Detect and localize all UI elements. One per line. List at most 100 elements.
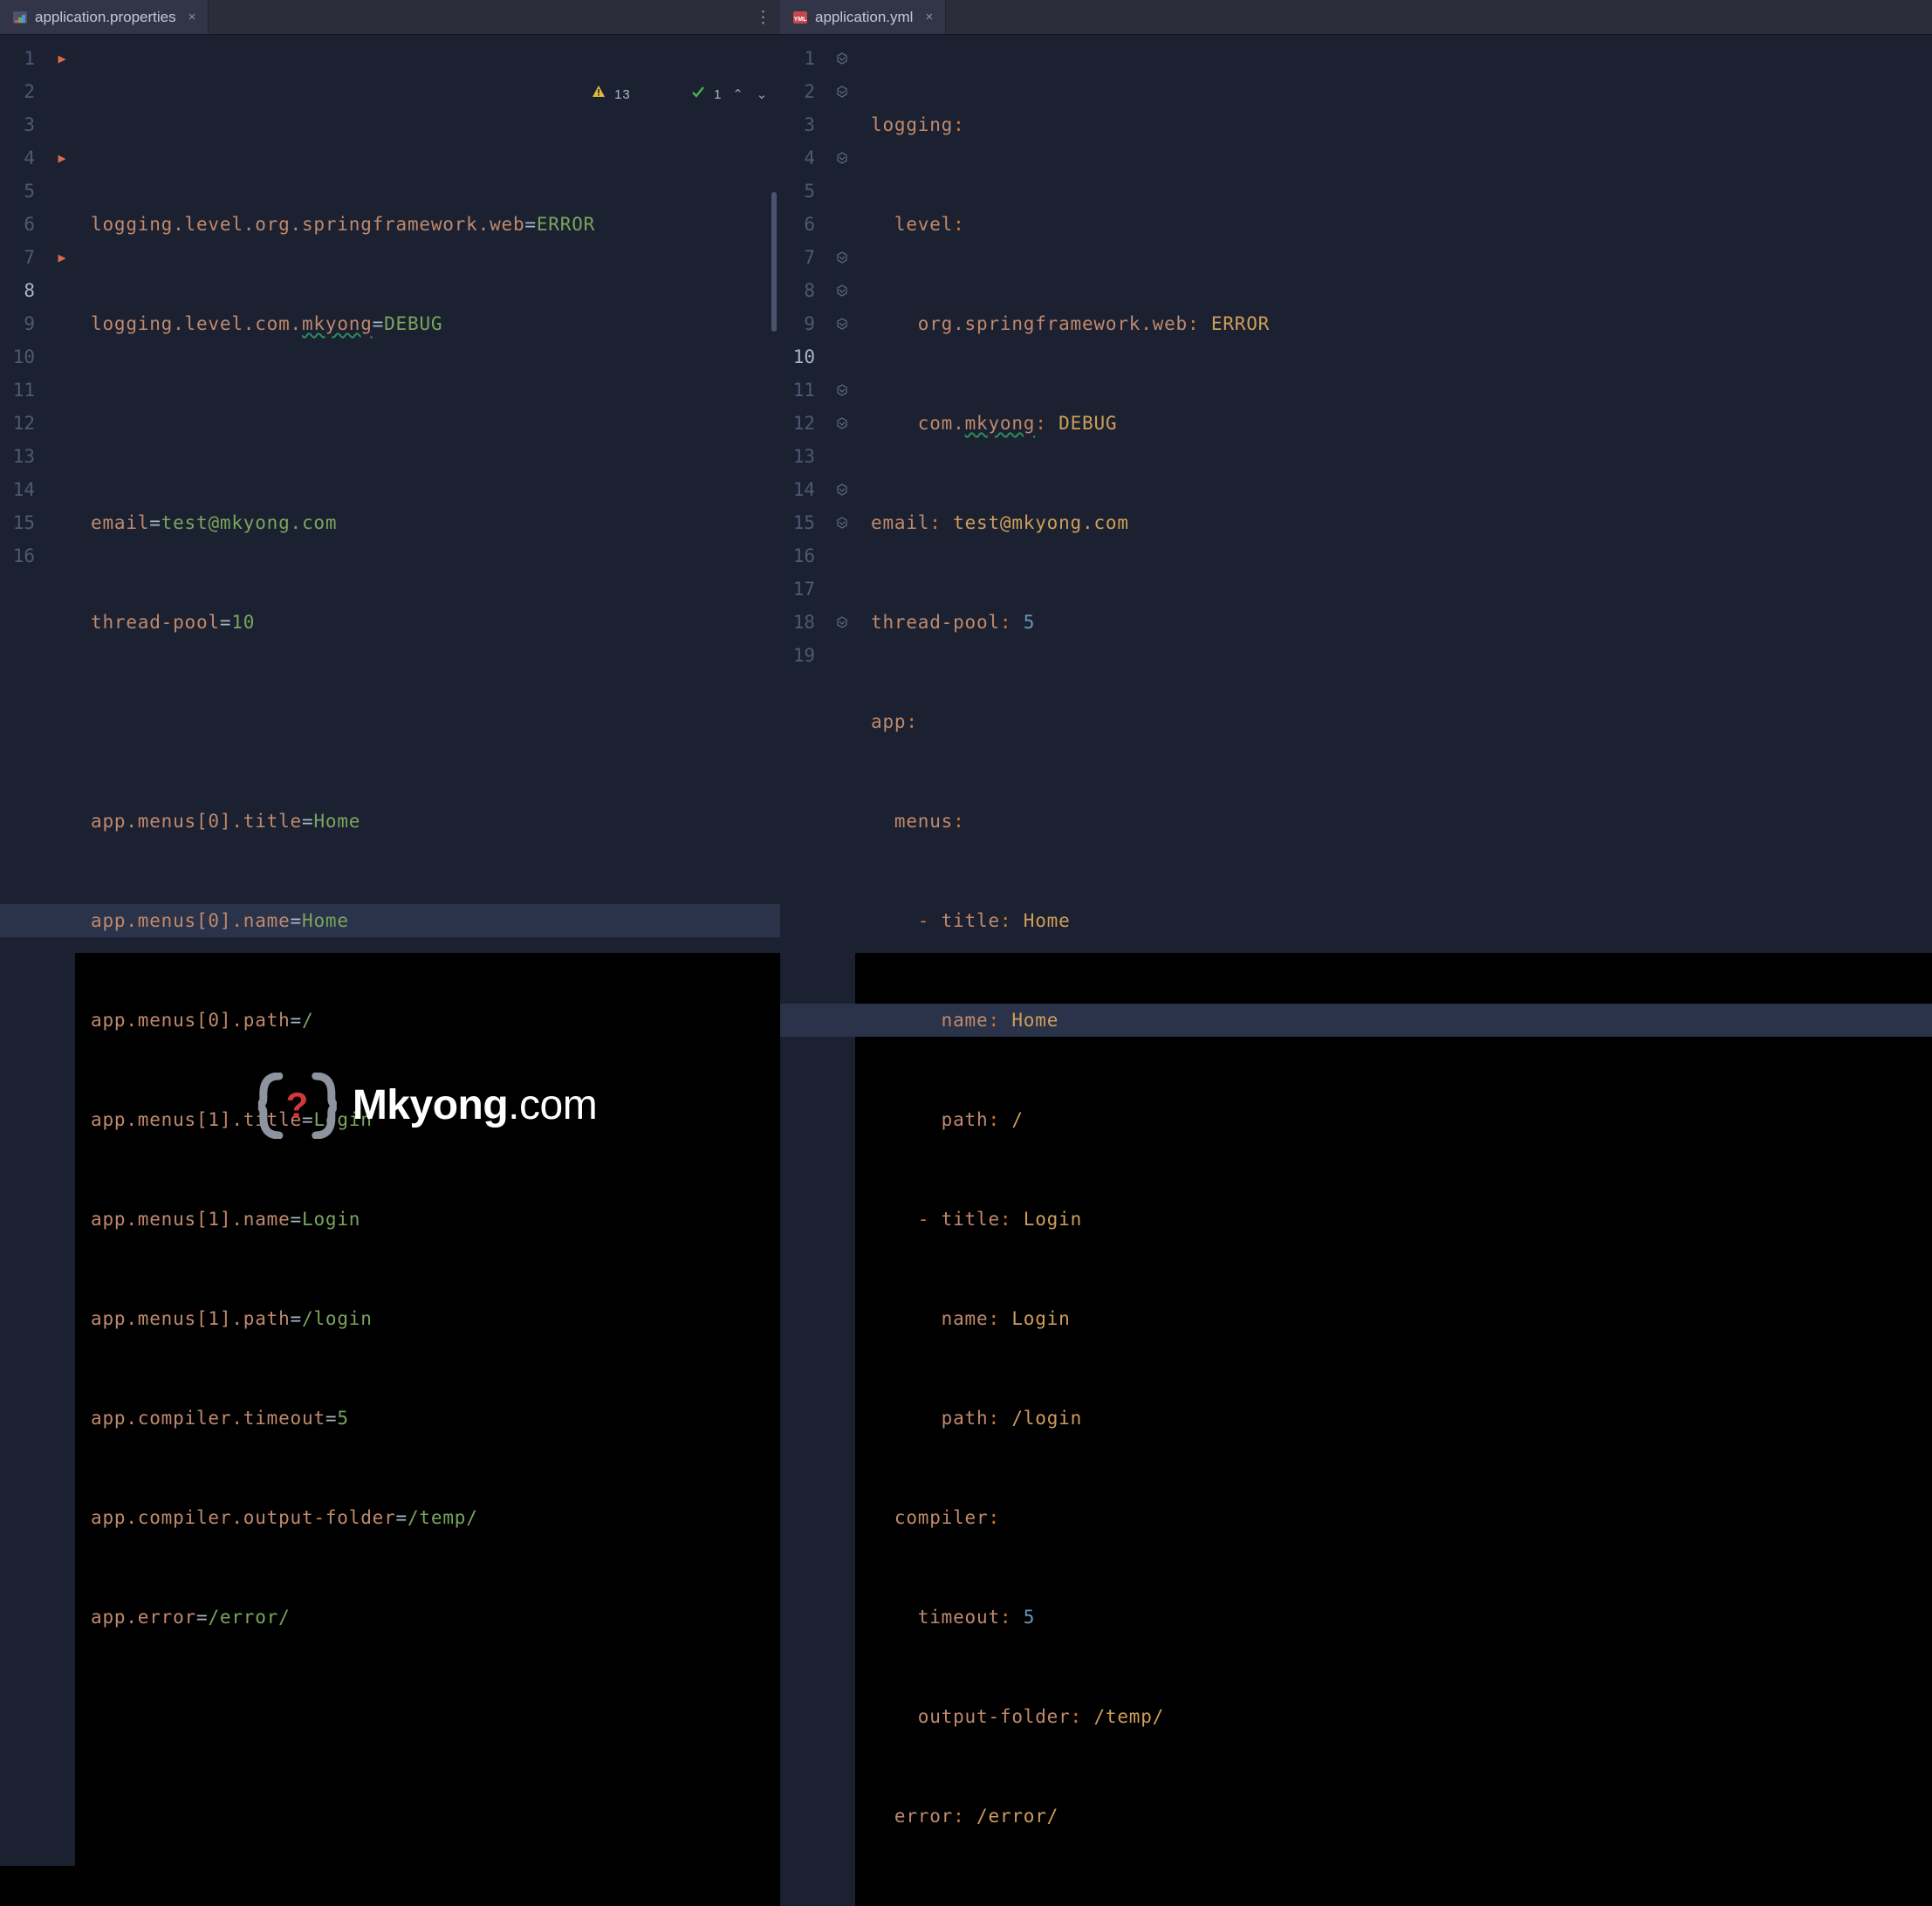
- scrollbar-thumb[interactable]: [771, 192, 777, 332]
- tab-menu-kebab[interactable]: ⋮: [746, 0, 780, 34]
- line-number[interactable]: 9: [780, 307, 815, 340]
- tab-filename: application.properties: [35, 0, 176, 35]
- line-number[interactable]: 16: [780, 539, 815, 572]
- fold-toggle-icon[interactable]: [829, 407, 855, 440]
- line-number[interactable]: 6: [780, 208, 815, 241]
- next-highlight-icon[interactable]: ⌄: [755, 79, 770, 112]
- inspections-widget[interactable]: 13 1 ⌃ ⌄: [540, 45, 770, 145]
- line-number[interactable]: 12: [780, 407, 815, 440]
- fold-toggle-icon[interactable]: [829, 274, 855, 307]
- code-line-current: name: Home: [871, 1004, 1932, 1037]
- breakpoint-icon[interactable]: ▶: [49, 42, 75, 75]
- line-number[interactable]: 4: [0, 141, 35, 175]
- line-number[interactable]: 2: [0, 75, 35, 108]
- code-line: app.menus[0].path=/: [91, 1004, 780, 1037]
- tab-application-properties[interactable]: application.properties ×: [0, 0, 209, 34]
- code-area[interactable]: 13 1 ⌃ ⌄ logging.level.org.springframewo…: [75, 35, 780, 1866]
- line-number[interactable]: 13: [0, 440, 35, 473]
- split-editor: application.properties × ⋮ 1234567891011…: [0, 0, 1932, 953]
- fold-slot: [829, 208, 855, 241]
- code-line: app.menus[1].path=/login: [91, 1302, 780, 1335]
- line-number[interactable]: 13: [780, 440, 815, 473]
- line-number[interactable]: 15: [0, 506, 35, 539]
- fold-slot: [829, 340, 855, 374]
- fold-slot: [829, 175, 855, 208]
- line-number[interactable]: 2: [780, 75, 815, 108]
- line-number[interactable]: 17: [780, 572, 815, 606]
- line-number[interactable]: 4: [780, 141, 815, 175]
- line-number[interactable]: 11: [0, 374, 35, 407]
- line-number[interactable]: 10: [780, 340, 815, 374]
- line-number[interactable]: 14: [780, 473, 815, 506]
- code-line: email=test@mkyong.com: [91, 506, 780, 539]
- fold-slot: [49, 506, 75, 539]
- line-number[interactable]: 16: [0, 539, 35, 572]
- fold-column[interactable]: [829, 35, 855, 1906]
- fold-toggle-icon[interactable]: [829, 606, 855, 639]
- fold-toggle-icon[interactable]: [829, 374, 855, 407]
- fold-toggle-icon[interactable]: [829, 42, 855, 75]
- code-line: com.mkyong: DEBUG: [871, 407, 1932, 440]
- code-line: app:: [871, 705, 1932, 738]
- fold-slot: [49, 407, 75, 440]
- fold-toggle-icon[interactable]: [829, 241, 855, 274]
- fold-toggle-icon[interactable]: [829, 473, 855, 506]
- prev-highlight-icon[interactable]: ⌃: [730, 79, 745, 112]
- code-line: path: /: [871, 1103, 1932, 1136]
- editor-left[interactable]: 12345678910111213141516 ▶▶▶ 13 1 ⌃ ⌄ log…: [0, 35, 780, 1866]
- close-tab-icon[interactable]: ×: [188, 0, 196, 35]
- line-number[interactable]: 5: [780, 175, 815, 208]
- code-line: name: Login: [871, 1302, 1932, 1335]
- line-number[interactable]: 8: [0, 274, 35, 307]
- line-number[interactable]: 6: [0, 208, 35, 241]
- code-line: email: test@mkyong.com: [871, 506, 1932, 539]
- line-number[interactable]: 1: [780, 42, 815, 75]
- code-line: level:: [871, 208, 1932, 241]
- code-line: org.springframework.web: ERROR: [871, 307, 1932, 340]
- fold-slot: [49, 340, 75, 374]
- line-number[interactable]: 7: [0, 241, 35, 274]
- line-number[interactable]: 8: [780, 274, 815, 307]
- fold-toggle-icon[interactable]: [829, 506, 855, 539]
- code-line-current: app.menus[0].name=Home: [91, 904, 780, 937]
- fold-column[interactable]: ▶ ▶ ▶: [49, 35, 75, 1866]
- line-number[interactable]: 3: [0, 108, 35, 141]
- line-number[interactable]: 7: [780, 241, 815, 274]
- gutter[interactable]: 12345678910111213141516171819: [780, 35, 829, 1906]
- code-line: [871, 1899, 1932, 1906]
- warning-count: 13: [614, 79, 630, 112]
- line-number[interactable]: 11: [780, 374, 815, 407]
- tab-application-yml[interactable]: YML application.yml ×: [780, 0, 946, 34]
- editor-right[interactable]: 12345678910111213141516171819 logging: l…: [780, 35, 1932, 1906]
- line-number[interactable]: 19: [780, 639, 815, 672]
- breakpoint-icon[interactable]: ▶: [49, 241, 75, 274]
- code-line: app.error=/error/: [91, 1601, 780, 1634]
- fold-toggle-icon[interactable]: [829, 307, 855, 340]
- code-line: thread-pool=10: [91, 606, 780, 639]
- line-number[interactable]: 5: [0, 175, 35, 208]
- close-tab-icon[interactable]: ×: [925, 0, 933, 35]
- line-number[interactable]: 12: [0, 407, 35, 440]
- editor-pane-right: YML application.yml × 123456789101112131…: [780, 0, 1932, 953]
- fold-toggle-icon[interactable]: [829, 141, 855, 175]
- fold-slot: [829, 639, 855, 672]
- svg-text:YML: YML: [794, 17, 808, 23]
- scrollbar[interactable]: [768, 70, 780, 1866]
- line-number[interactable]: 14: [0, 473, 35, 506]
- code-area[interactable]: logging: level: org.springframework.web:…: [855, 35, 1932, 1906]
- breakpoint-icon[interactable]: ▶: [49, 141, 75, 175]
- line-number[interactable]: 1: [0, 42, 35, 75]
- line-number[interactable]: 15: [780, 506, 815, 539]
- fold-slot: [49, 374, 75, 407]
- code-line: logging.level.com.mkyong=DEBUG: [91, 307, 780, 340]
- line-number[interactable]: 3: [780, 108, 815, 141]
- fold-slot: [49, 307, 75, 340]
- gutter[interactable]: 12345678910111213141516: [0, 35, 49, 1866]
- fold-slot: [829, 108, 855, 141]
- fold-toggle-icon[interactable]: [829, 75, 855, 108]
- fold-slot: [49, 539, 75, 572]
- line-number[interactable]: 10: [0, 340, 35, 374]
- line-number[interactable]: 18: [780, 606, 815, 639]
- code-line: logging.level.org.springframework.web=ER…: [91, 208, 780, 241]
- line-number[interactable]: 9: [0, 307, 35, 340]
